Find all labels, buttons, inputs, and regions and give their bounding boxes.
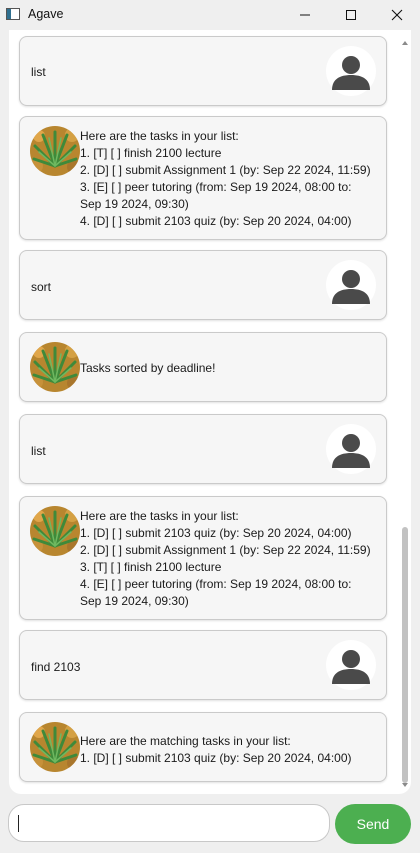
bot-message-line: Tasks sorted by deadline! bbox=[80, 361, 216, 375]
user-avatar bbox=[326, 46, 376, 96]
bot-message-line: 2. [D] [ ] submit Assignment 1 (by: Sep … bbox=[80, 163, 371, 177]
bot-message-card: Here are the tasks in your list: 1. [D] … bbox=[19, 496, 387, 620]
scroll-up-arrow-icon[interactable] bbox=[401, 38, 409, 48]
bot-message-card: Tasks sorted by deadline! bbox=[19, 332, 387, 402]
bot-avatar bbox=[30, 342, 80, 392]
bot-message-line: Here are the matching tasks in your list… bbox=[80, 734, 291, 748]
user-silhouette-icon bbox=[332, 270, 370, 304]
text-caret bbox=[18, 815, 19, 832]
chat-scroll-pane[interactable]: list Here are the tasks in your list: 1.… bbox=[9, 30, 411, 794]
bot-message-text: Tasks sorted by deadline! bbox=[80, 360, 380, 377]
bot-message-line: 4. [E] [ ] peer tutoring (from: Sep 19 2… bbox=[80, 577, 352, 591]
bot-message-line: 1. [T] [ ] finish 2100 lecture bbox=[80, 146, 222, 160]
user-avatar bbox=[326, 260, 376, 310]
bot-message-line: Here are the tasks in your list: bbox=[80, 509, 239, 523]
scroll-down-arrow-icon[interactable] bbox=[401, 780, 409, 790]
user-silhouette-icon bbox=[332, 56, 370, 90]
bot-message-card: Here are the tasks in your list: 1. [T] … bbox=[19, 116, 387, 240]
bot-avatar bbox=[30, 722, 80, 772]
bot-message-line: Sep 19 2024, 09:30) bbox=[80, 197, 189, 211]
user-avatar bbox=[326, 640, 376, 690]
user-avatar bbox=[326, 424, 376, 474]
bot-message-line: 2. [D] [ ] submit Assignment 1 (by: Sep … bbox=[80, 543, 371, 557]
send-button[interactable]: Send bbox=[335, 804, 411, 844]
minimize-button[interactable] bbox=[282, 0, 328, 30]
user-message-text: sort bbox=[31, 280, 52, 294]
bot-message-line: 1. [D] [ ] submit 2103 quiz (by: Sep 20 … bbox=[80, 751, 352, 765]
bot-message-text: Here are the matching tasks in your list… bbox=[80, 733, 380, 767]
bot-message-line: 4. [D] [ ] submit 2103 quiz (by: Sep 20 … bbox=[80, 214, 352, 228]
bot-message-line: Here are the tasks in your list: bbox=[80, 129, 239, 143]
bot-message-line: 1. [D] [ ] submit 2103 quiz (by: Sep 20 … bbox=[80, 526, 352, 540]
agave-plant-icon bbox=[30, 126, 80, 176]
user-silhouette-icon bbox=[332, 650, 370, 684]
user-message-card: list bbox=[19, 414, 387, 484]
bot-avatar bbox=[30, 126, 80, 176]
minimize-icon bbox=[300, 14, 310, 16]
bot-message-card: Here are the matching tasks in your list… bbox=[19, 712, 387, 782]
close-icon bbox=[391, 9, 403, 21]
user-message-card: list bbox=[19, 36, 387, 106]
bot-message-line: Sep 19 2024, 09:30) bbox=[80, 594, 189, 608]
agave-plant-icon bbox=[30, 342, 80, 392]
close-button[interactable] bbox=[374, 0, 420, 30]
bot-avatar bbox=[30, 506, 80, 556]
maximize-button[interactable] bbox=[328, 0, 374, 30]
bot-message-text: Here are the tasks in your list: 1. [D] … bbox=[80, 508, 380, 610]
user-message-text: list bbox=[31, 65, 46, 79]
agave-plant-icon bbox=[30, 506, 80, 556]
agave-plant-icon bbox=[30, 722, 80, 772]
title-bar: Agave bbox=[0, 0, 420, 30]
scrollbar-thumb[interactable] bbox=[402, 527, 408, 783]
bot-message-line: 3. [E] [ ] peer tutoring (from: Sep 19 2… bbox=[80, 180, 352, 194]
user-message-text: find 2103 bbox=[31, 660, 81, 674]
user-silhouette-icon bbox=[332, 434, 370, 468]
bot-message-line: 3. [T] [ ] finish 2100 lecture bbox=[80, 560, 222, 574]
bot-message-text: Here are the tasks in your list: 1. [T] … bbox=[80, 128, 380, 230]
user-message-text: list bbox=[31, 444, 46, 458]
user-message-card: find 2103 bbox=[19, 630, 387, 700]
vertical-scrollbar[interactable] bbox=[401, 30, 409, 794]
user-message-card: sort bbox=[19, 250, 387, 320]
message-input[interactable] bbox=[8, 804, 330, 842]
maximize-icon bbox=[346, 10, 356, 20]
window-title: Agave bbox=[28, 7, 64, 21]
app-window-icon bbox=[6, 8, 20, 20]
